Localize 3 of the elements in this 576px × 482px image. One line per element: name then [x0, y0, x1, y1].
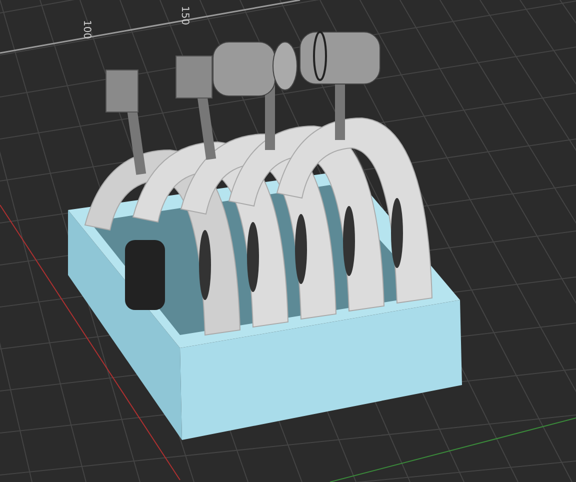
3d-viewport[interactable]: 100 150: [0, 0, 576, 482]
axis-label: 100: [81, 20, 92, 40]
axis-label: 150: [179, 6, 190, 26]
